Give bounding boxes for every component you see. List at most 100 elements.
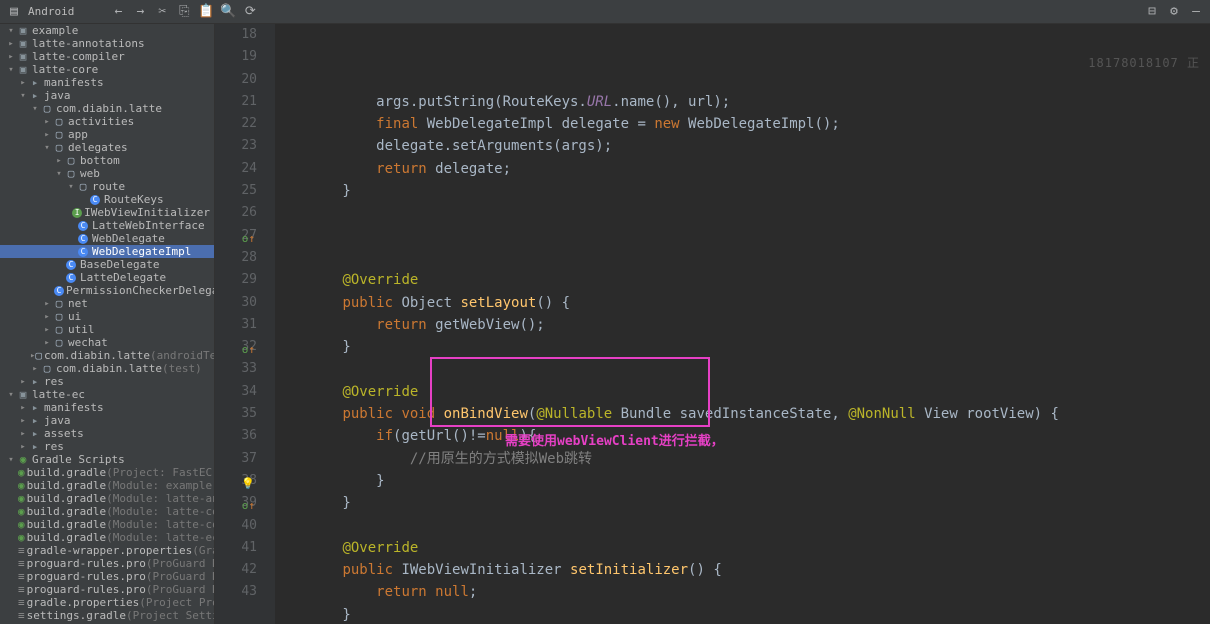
tree-item-app[interactable]: ▸▢app xyxy=(0,128,214,141)
tree-item-basedelegate[interactable]: CBaseDelegate xyxy=(0,258,214,271)
code-line[interactable]: public IWebViewInitializer setInitialize… xyxy=(275,559,1210,581)
tree-item-lattedelegate[interactable]: CLatteDelegate xyxy=(0,271,214,284)
tree-item-latte-core[interactable]: ▾▣latte-core xyxy=(0,63,214,76)
tree-item-lattewebinterface[interactable]: CLatteWebInterface xyxy=(0,219,214,232)
hide-icon[interactable]: — xyxy=(1188,4,1204,20)
tree-item-route[interactable]: ▾▢route xyxy=(0,180,214,193)
tree-arrow[interactable]: ▸ xyxy=(18,403,28,413)
settings-icon[interactable]: ⚙ xyxy=(1166,4,1182,20)
tree-item-res[interactable]: ▸▸res xyxy=(0,375,214,388)
tree-item-webdelegate[interactable]: CWebDelegate xyxy=(0,232,214,245)
code-line[interactable] xyxy=(275,358,1210,380)
tree-arrow[interactable]: ▸ xyxy=(42,325,52,335)
tree-item-build-gradle[interactable]: ◉build.gradle (Module: latte-ec) xyxy=(0,531,214,544)
tree-item-util[interactable]: ▸▢util xyxy=(0,323,214,336)
tree-arrow[interactable]: ▾ xyxy=(54,169,64,179)
code-area[interactable]: args.putString(RouteKeys.URL.name(), url… xyxy=(275,24,1210,624)
code-line[interactable] xyxy=(275,515,1210,537)
tree-arrow[interactable]: ▸ xyxy=(18,429,28,439)
tree-item-manifests[interactable]: ▸▸manifests xyxy=(0,76,214,89)
project-view-label[interactable]: Android xyxy=(28,5,74,18)
tree-item-example[interactable]: ▾▣example xyxy=(0,24,214,37)
tree-item-com-diabin-latte[interactable]: ▸▢com.diabin.latte (test) xyxy=(0,362,214,375)
tree-item-wechat[interactable]: ▸▢wechat xyxy=(0,336,214,349)
code-line[interactable]: } xyxy=(275,180,1210,202)
tree-item-proguard-rules-pro[interactable]: ≡proguard-rules.pro (ProGuard Rules for … xyxy=(0,570,214,583)
forward-icon[interactable]: → xyxy=(132,4,148,20)
code-line[interactable]: delegate.setArguments(args); xyxy=(275,135,1210,157)
copy-icon[interactable]: ⎘ xyxy=(176,4,192,20)
code-line[interactable]: @Override xyxy=(275,537,1210,559)
tree-arrow[interactable]: ▸ xyxy=(42,117,52,127)
code-line[interactable]: return getWebView(); xyxy=(275,314,1210,336)
code-line[interactable]: //用原生的方式模拟Web跳转 xyxy=(275,448,1210,470)
tree-arrow[interactable]: ▾ xyxy=(30,104,40,114)
code-line[interactable]: } xyxy=(275,336,1210,358)
tree-item-iwebviewinitializer[interactable]: IIWebViewInitializer xyxy=(0,206,214,219)
tree-item-gradle-scripts[interactable]: ▾◉Gradle Scripts xyxy=(0,453,214,466)
tree-item-settings-gradle[interactable]: ≡settings.gradle (Project Settings) xyxy=(0,609,214,622)
find-icon[interactable]: 🔍 xyxy=(220,4,236,20)
tree-arrow[interactable]: ▸ xyxy=(6,39,16,49)
tree-item-build-gradle[interactable]: ◉build.gradle (Project: FastEC) xyxy=(0,466,214,479)
tree-item-latte-compiler[interactable]: ▸▣latte-compiler xyxy=(0,50,214,63)
tree-item-bottom[interactable]: ▸▢bottom xyxy=(0,154,214,167)
back-icon[interactable]: ← xyxy=(110,4,126,20)
tree-arrow[interactable]: ▸ xyxy=(42,312,52,322)
tree-arrow[interactable]: ▸ xyxy=(6,52,16,62)
tree-item-com-diabin-latte[interactable]: ▸▢com.diabin.latte (androidTest) xyxy=(0,349,214,362)
tree-arrow[interactable]: ▾ xyxy=(66,182,76,192)
tree-item-gradle-properties[interactable]: ≡gradle.properties (Project Properties) xyxy=(0,596,214,609)
tree-arrow[interactable]: ▸ xyxy=(42,338,52,348)
code-line[interactable]: args.putString(RouteKeys.URL.name(), url… xyxy=(275,91,1210,113)
tree-item-gradle-wrapper-properties[interactable]: ≡gradle-wrapper.properties (Gradle Versi… xyxy=(0,544,214,557)
project-tree[interactable]: ▾▣example▸▣latte-annotations▸▣latte-comp… xyxy=(0,24,215,624)
code-line[interactable]: } xyxy=(275,470,1210,492)
code-line[interactable]: public Object setLayout() { xyxy=(275,292,1210,314)
tree-arrow[interactable]: ▸ xyxy=(18,416,28,426)
tree-item-java[interactable]: ▾▸java xyxy=(0,89,214,102)
code-line[interactable] xyxy=(275,247,1210,269)
code-line[interactable]: } xyxy=(275,492,1210,514)
tree-arrow[interactable]: ▸ xyxy=(54,156,64,166)
tree-item-latte-annotations[interactable]: ▸▣latte-annotations xyxy=(0,37,214,50)
tree-arrow[interactable]: ▸ xyxy=(42,130,52,140)
tree-item-web[interactable]: ▾▢web xyxy=(0,167,214,180)
paste-icon[interactable]: 📋 xyxy=(198,4,214,20)
tree-arrow[interactable]: ▾ xyxy=(6,65,16,75)
collapse-icon[interactable]: ⊟ xyxy=(1144,4,1160,20)
tree-arrow[interactable]: ▾ xyxy=(6,455,16,465)
tree-item-latte-ec[interactable]: ▾▣latte-ec xyxy=(0,388,214,401)
tree-arrow[interactable]: ▸ xyxy=(18,377,28,387)
code-line[interactable]: } xyxy=(275,604,1210,624)
tree-arrow[interactable]: ▾ xyxy=(6,26,16,36)
tree-item-com-diabin-latte[interactable]: ▾▢com.diabin.latte xyxy=(0,102,214,115)
tree-item-proguard-rules-pro[interactable]: ≡proguard-rules.pro (ProGuard Rules for … xyxy=(0,583,214,596)
tree-item-build-gradle[interactable]: ◉build.gradle (Module: latte-compiler) xyxy=(0,505,214,518)
tree-item-build-gradle[interactable]: ◉build.gradle (Module: latte-core) xyxy=(0,518,214,531)
tree-item-delegates[interactable]: ▾▢delegates xyxy=(0,141,214,154)
tree-item-build-gradle[interactable]: ◉build.gradle (Module: latte-annotations… xyxy=(0,492,214,505)
code-line[interactable]: if(getUrl()!=null){ xyxy=(275,425,1210,447)
scissors-icon[interactable]: ✂ xyxy=(154,4,170,20)
tree-arrow[interactable]: ▸ xyxy=(42,299,52,309)
tree-item-webdelegateimpl[interactable]: CWebDelegateImpl xyxy=(0,245,214,258)
tree-item-ui[interactable]: ▸▢ui xyxy=(0,310,214,323)
sync-icon[interactable]: ⟳ xyxy=(242,4,258,20)
code-line[interactable] xyxy=(275,225,1210,247)
tree-item-net[interactable]: ▸▢net xyxy=(0,297,214,310)
tree-item-build-gradle[interactable]: ◉build.gradle (Module: example) xyxy=(0,479,214,492)
tree-item-permissioncheckerdelegate[interactable]: CPermissionCheckerDelegate xyxy=(0,284,214,297)
code-editor[interactable]: 18192021222324252627o↑2829303132o↑333435… xyxy=(215,24,1210,624)
tree-item-proguard-rules-pro[interactable]: ≡proguard-rules.pro (ProGuard Rules for … xyxy=(0,557,214,570)
tree-item-res[interactable]: ▸▸res xyxy=(0,440,214,453)
tree-item-routekeys[interactable]: CRouteKeys xyxy=(0,193,214,206)
tree-item-java[interactable]: ▸▸java xyxy=(0,414,214,427)
tree-arrow[interactable]: ▸ xyxy=(18,442,28,452)
tree-item-activities[interactable]: ▸▢activities xyxy=(0,115,214,128)
code-line[interactable]: return null; xyxy=(275,581,1210,603)
tree-arrow[interactable]: ▸ xyxy=(18,78,28,88)
tree-item-manifests[interactable]: ▸▸manifests xyxy=(0,401,214,414)
code-line[interactable]: @Override xyxy=(275,381,1210,403)
code-line[interactable]: final WebDelegateImpl delegate = new Web… xyxy=(275,113,1210,135)
